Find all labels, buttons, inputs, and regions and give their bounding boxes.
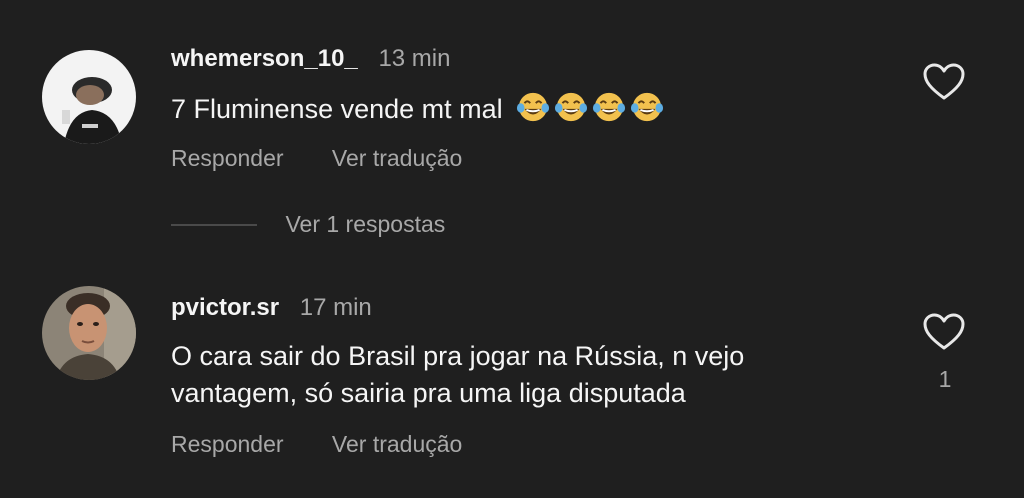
comment-actions: Responder Ver tradução [171, 431, 462, 458]
timestamp: 17 min [299, 294, 372, 321]
reply-button[interactable]: Responder [171, 431, 284, 457]
tears-of-joy-emoji-icon [592, 90, 626, 124]
username[interactable]: pvictor.sr [171, 294, 279, 321]
view-replies-row[interactable]: Ver 1 respostas [171, 211, 445, 239]
view-replies-button[interactable]: Ver 1 respostas [285, 211, 445, 238]
timestamp: 13 min [378, 45, 451, 72]
avatar[interactable] [42, 286, 136, 380]
avatar[interactable] [42, 50, 136, 144]
username[interactable]: whemerson_10_ [171, 45, 358, 72]
comment-header: pvictor.sr 17 min [171, 294, 372, 322]
avatar-image [42, 286, 136, 380]
emoji-group [516, 90, 668, 134]
translate-button[interactable]: Ver tradução [332, 145, 462, 171]
comment-text: 7 Fluminense vende mt mal [171, 90, 871, 134]
translate-button[interactable]: Ver tradução [332, 431, 462, 457]
tears-of-joy-emoji-icon [516, 90, 550, 124]
heart-outline-icon[interactable] [922, 62, 966, 102]
tears-of-joy-emoji-icon [554, 90, 588, 124]
replies-divider [171, 223, 257, 226]
comments-list: whemerson_10_ 13 min 7 Fluminense vende … [0, 0, 1024, 498]
comment-header: whemerson_10_ 13 min [171, 45, 450, 73]
comment-body: O cara sair do Brasil pra jogar na Rússi… [171, 341, 745, 408]
like-count: 1 [938, 366, 952, 392]
comment-actions: Responder Ver tradução [171, 145, 462, 172]
comment-body: 7 Fluminense vende mt mal [171, 94, 503, 124]
reply-button[interactable]: Responder [171, 145, 284, 171]
comment-text: O cara sair do Brasil pra jogar na Rússi… [171, 338, 871, 412]
heart-outline-icon[interactable] [922, 312, 966, 352]
tears-of-joy-emoji-icon [630, 90, 664, 124]
avatar-image [42, 50, 136, 144]
